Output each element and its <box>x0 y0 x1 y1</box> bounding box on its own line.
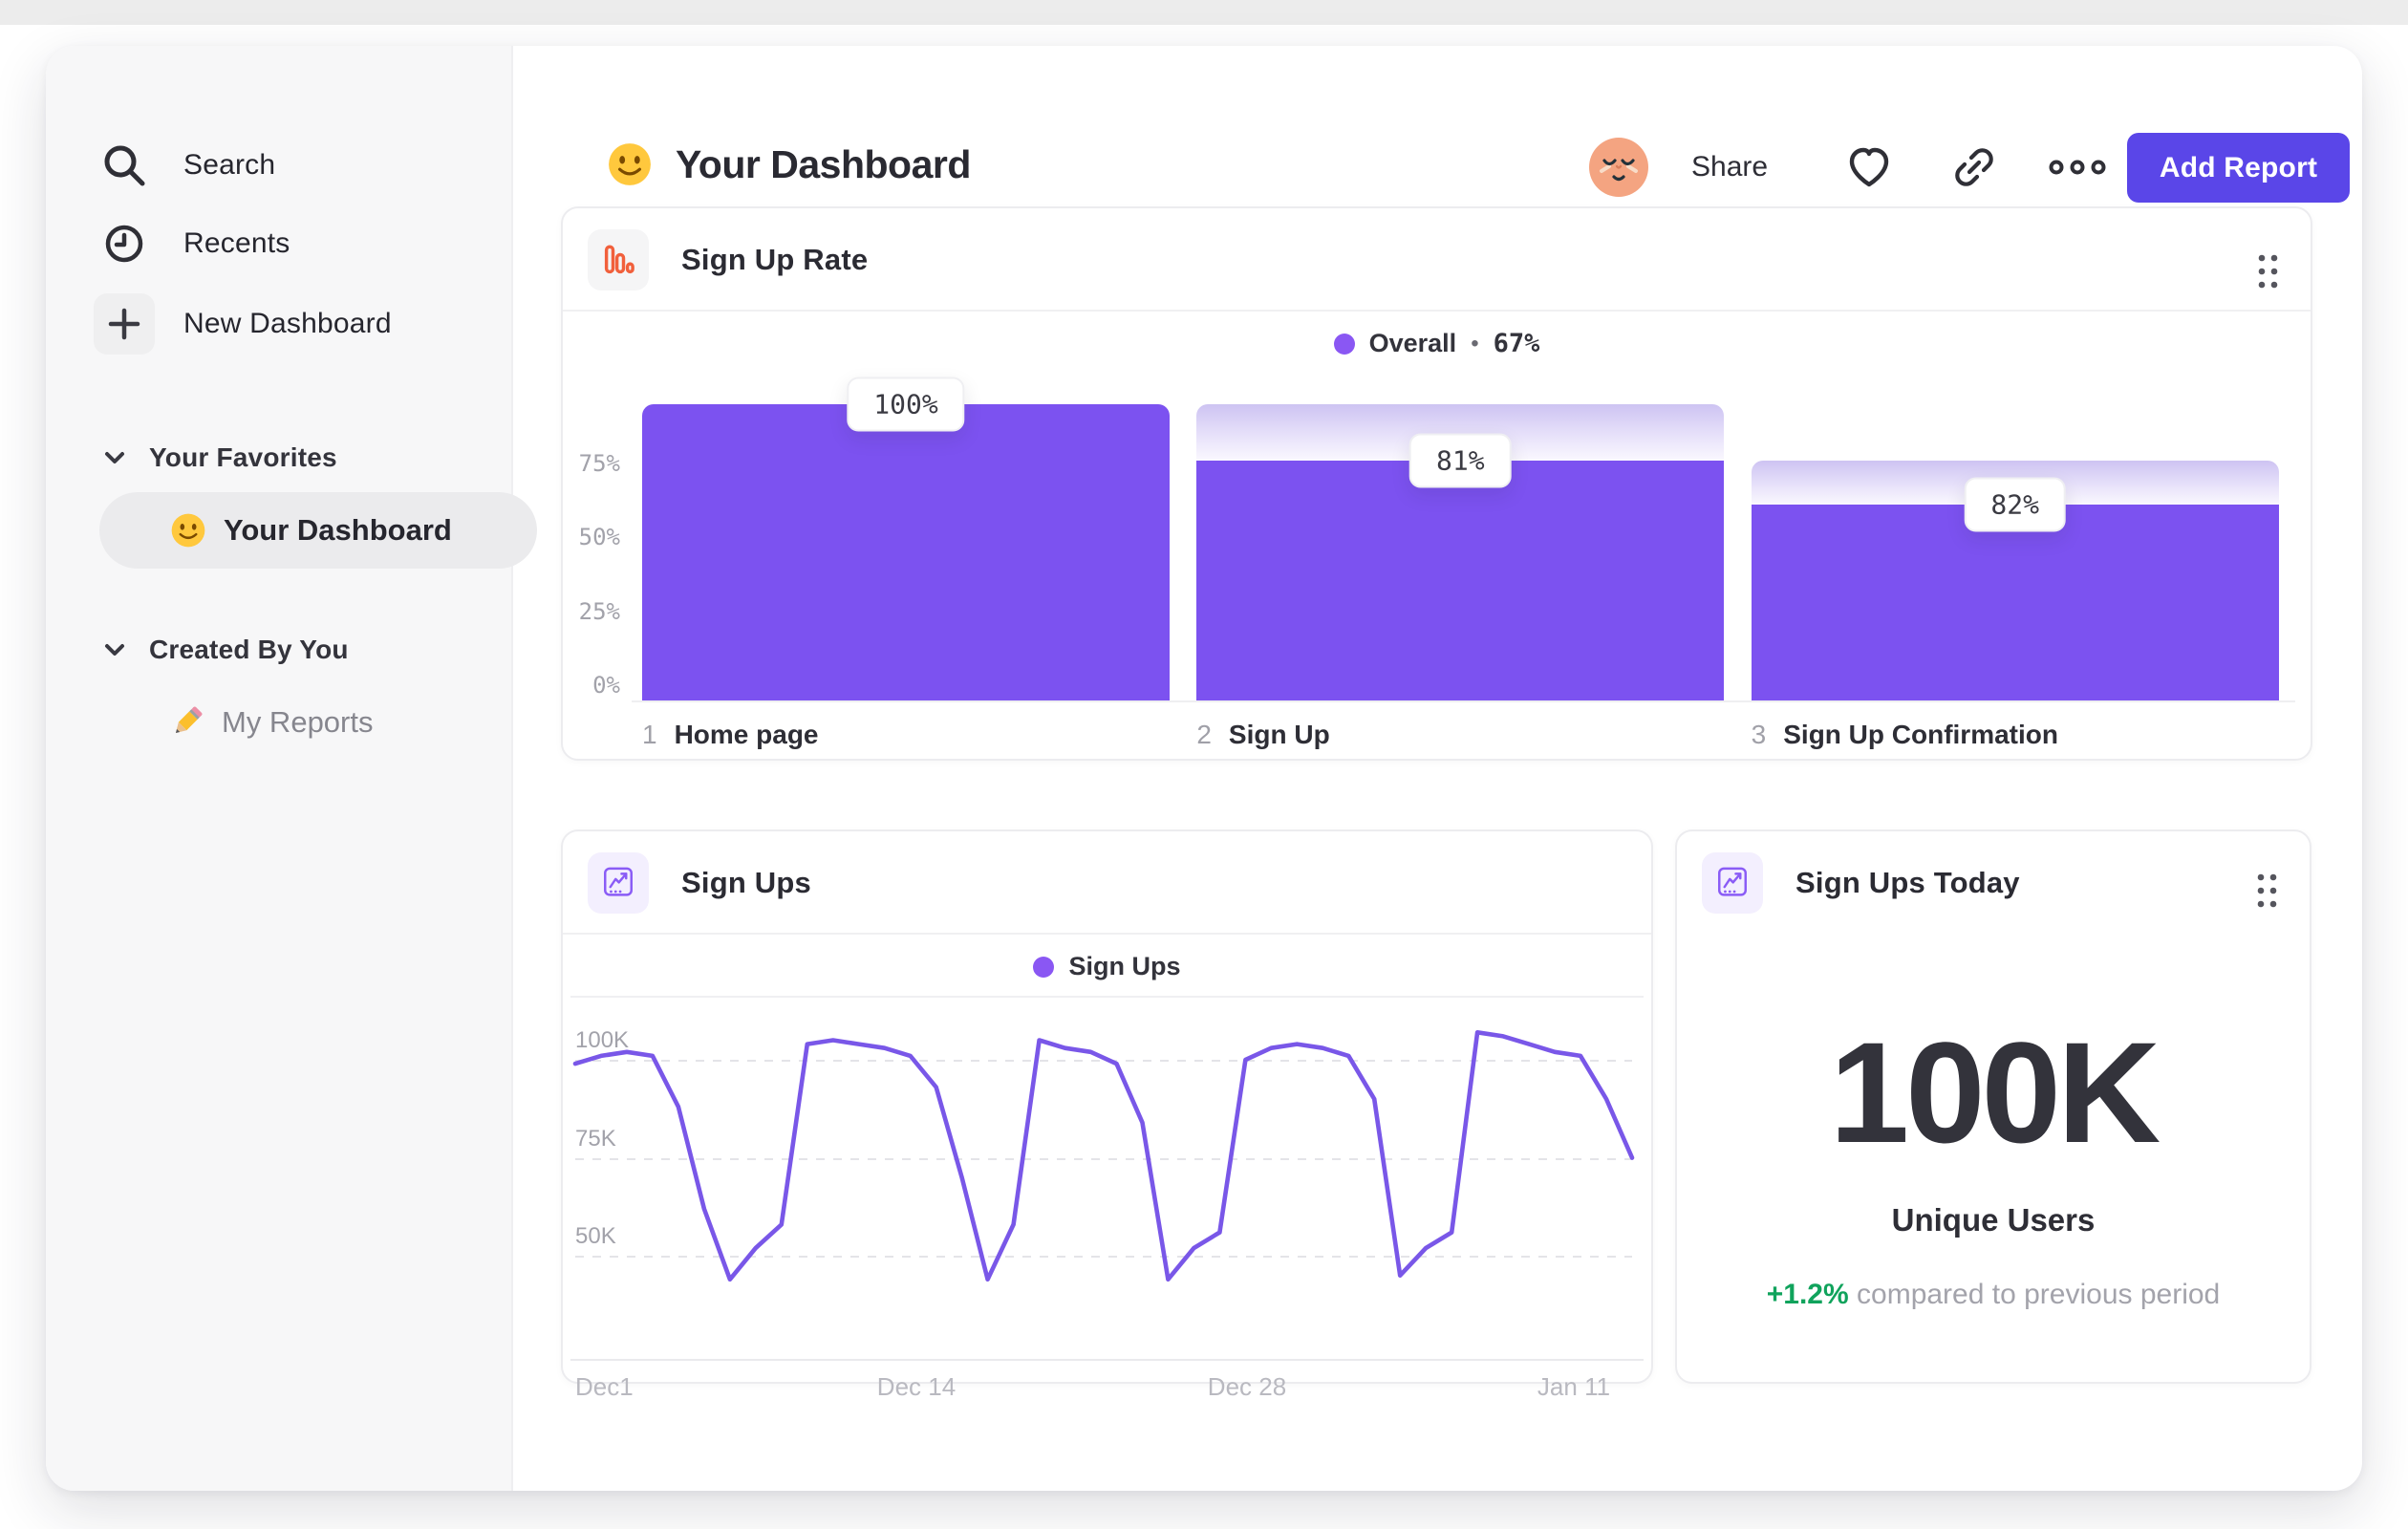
x-axis-line <box>570 1359 1644 1361</box>
line-series <box>572 1029 1635 1282</box>
sidebar-item-label: Search <box>183 149 276 181</box>
metric-label: Unique Users <box>1891 1202 2096 1238</box>
smiley-emoji <box>607 141 653 187</box>
share-button[interactable]: Share <box>1691 146 1768 188</box>
search-icon <box>94 135 155 196</box>
drag-handle-icon[interactable] <box>2254 872 2279 910</box>
funnel-step-label: 1 Home page <box>642 720 819 750</box>
step-number: 2 <box>1196 720 1212 749</box>
step-name: Sign Up Confirmation <box>1783 720 2058 749</box>
conversion-tooltip: 82% <box>1964 477 2066 532</box>
card-title: Sign Ups Today <box>1795 866 2020 899</box>
sidebar-item-my-reports[interactable]: My Reports <box>168 701 373 743</box>
sign-ups-line-chart: 100K 75K 50K Dec1 Dec 14 Dec 28 Jan 11 <box>563 831 1651 1401</box>
pencil-emoji <box>168 703 206 742</box>
step-number: 1 <box>642 720 657 749</box>
x-axis-tick: Dec 28 <box>1207 1372 1287 1401</box>
sidebar-item-label: My Reports <box>222 705 374 739</box>
section-header-label: Created By You <box>149 635 349 664</box>
change-description: compared to previous period <box>1857 1279 2221 1310</box>
sidebar-item-your-dashboard[interactable]: Your Dashboard <box>99 492 537 569</box>
line-chart-icon <box>1702 852 1763 914</box>
page-title: Your Dashboard <box>607 141 971 187</box>
metric-change: +1.2% compared to previous period <box>1677 1279 2310 1311</box>
x-axis-tick: Dec1 <box>575 1372 634 1401</box>
metric-value: 100K <box>1829 1012 2161 1173</box>
y-axis-tick: 50% <box>578 524 620 550</box>
app-window: Search Recents New Dashboard Your Favori… <box>46 46 2362 1491</box>
y-axis-tick: 75% <box>578 449 620 477</box>
more-options-icon[interactable] <box>2049 158 2110 177</box>
chevron-down-icon <box>103 450 126 465</box>
plus-icon <box>94 293 155 355</box>
add-report-button[interactable]: Add Report <box>2127 133 2350 203</box>
smiley-emoji <box>170 512 206 549</box>
sidebar-item-new-dashboard[interactable]: New Dashboard <box>94 292 392 355</box>
copy-link-icon[interactable] <box>1951 144 1997 190</box>
funnel-chart: 75% 50% 25% 0% 100% 1 Home page 81% 2 Sign Up 82% 3… <box>563 208 2311 759</box>
sidebar-item-recents[interactable]: Recents <box>94 212 290 275</box>
step-name: Sign Up <box>1228 720 1330 749</box>
sidebar-section-created-by-you[interactable]: Created By You <box>103 631 349 669</box>
conversion-tooltip: 81% <box>1409 433 1512 488</box>
x-axis-line <box>632 700 2295 702</box>
conversion-tooltip: 100% <box>847 377 965 432</box>
section-header-label: Your Favorites <box>149 442 337 472</box>
change-value: +1.2% <box>1766 1279 1849 1310</box>
top-window-strip <box>0 0 2408 25</box>
step-name: Home page <box>674 720 819 749</box>
funnel-step-label: 3 Sign Up Confirmation <box>1752 720 2058 750</box>
sidebar: Search Recents New Dashboard Your Favori… <box>46 46 537 1491</box>
chevron-down-icon <box>103 642 126 657</box>
sidebar-item-label: Your Dashboard <box>224 513 452 547</box>
step-number: 3 <box>1751 720 1767 749</box>
y-axis-tick: 25% <box>578 597 620 625</box>
funnel-bar[interactable] <box>1196 460 1725 700</box>
x-axis-tick: Dec 14 <box>876 1372 957 1401</box>
sign-ups-today-card: Sign Ups Today 100K Unique Users +1.2% c… <box>1675 829 2311 1384</box>
sign-ups-card: Sign Ups Sign Ups 100K 75K 50K Dec1 Dec 14 De… <box>561 829 1653 1401</box>
funnel-bar[interactable] <box>642 404 1170 700</box>
sidebar-item-label: Recents <box>183 227 290 259</box>
funnel-bar[interactable] <box>1751 505 2279 700</box>
sidebar-item-label: New Dashboard <box>183 308 392 339</box>
sidebar-section-your-favorites[interactable]: Your Favorites <box>103 439 337 477</box>
x-axis-tick: Jan 11 <box>1537 1372 1611 1401</box>
sign-up-rate-card: Sign Up Rate Overall • 67% 75% 50% 25% 0% 10… <box>561 206 2312 761</box>
page-title-text: Your Dashboard <box>676 141 971 186</box>
clock-icon <box>94 213 155 274</box>
sidebar-item-search[interactable]: Search <box>94 134 275 197</box>
funnel-step-label: 2 Sign Up <box>1196 720 1329 750</box>
avatar[interactable] <box>1588 137 1649 198</box>
favorite-heart-icon[interactable] <box>1844 142 1894 192</box>
y-axis-tick: 0% <box>592 672 620 699</box>
